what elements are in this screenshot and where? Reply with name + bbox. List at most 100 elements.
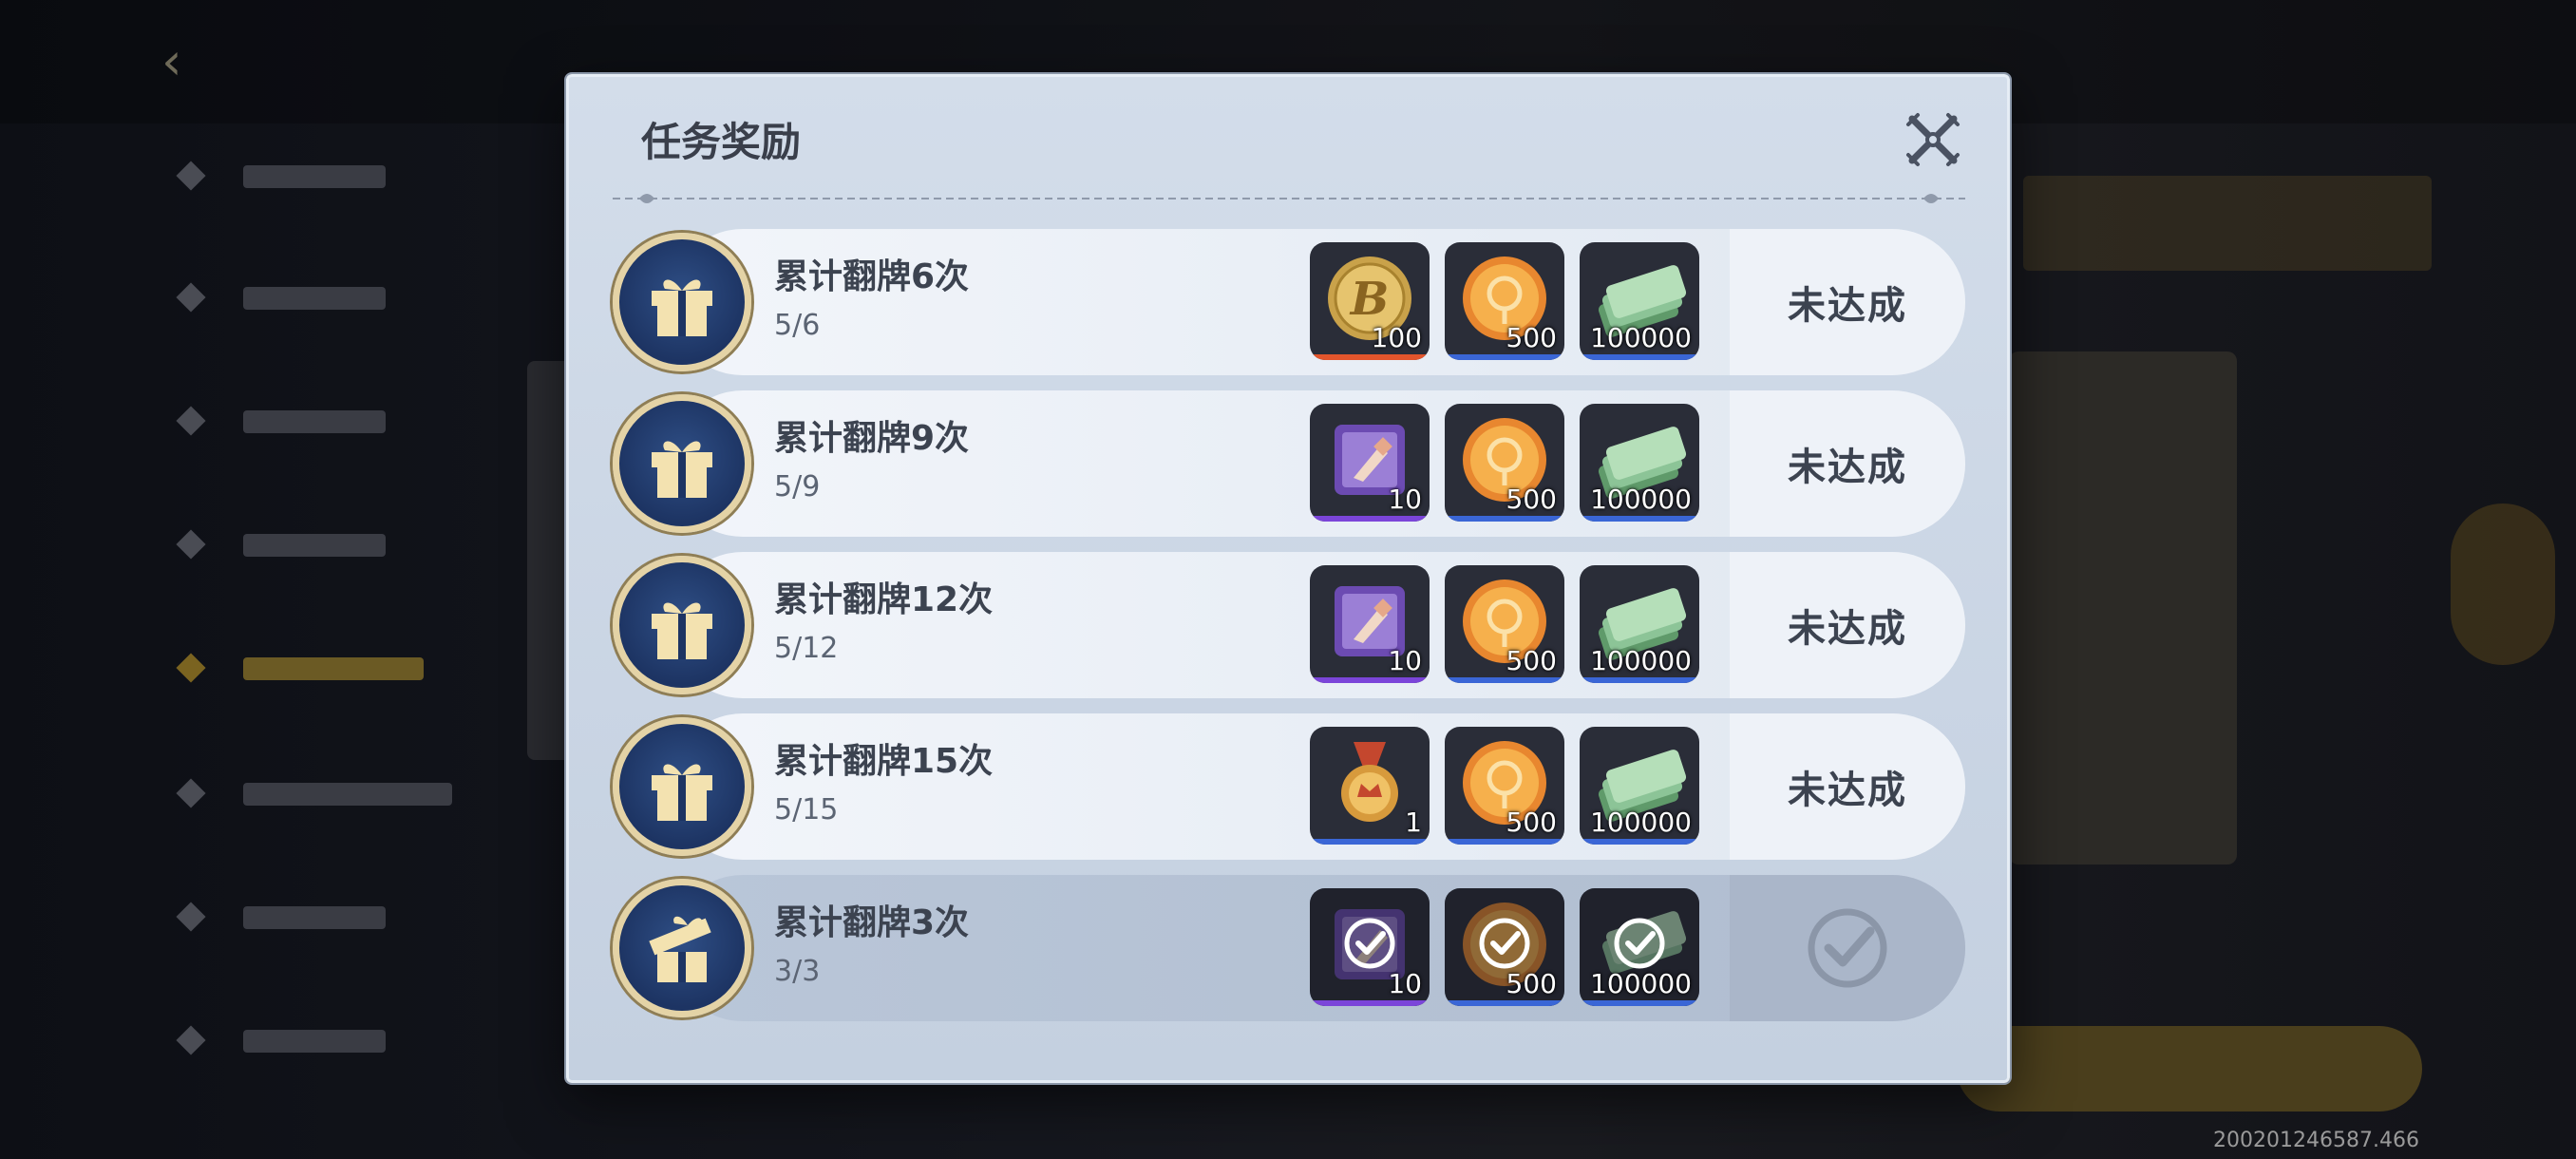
rarity-edge (1580, 839, 1699, 845)
open-gift-box-icon (649, 916, 711, 982)
background-panel (2009, 352, 2237, 864)
background-ornament (2451, 504, 2555, 665)
gift-box-icon (652, 764, 712, 821)
rarity-edge (1310, 516, 1430, 522)
rarity-edge (1445, 677, 1564, 683)
background-sidebar-item (161, 142, 503, 209)
reward-item[interactable]: 100000 (1580, 404, 1699, 522)
gift-badge (613, 717, 751, 856)
rarity-edge (1445, 354, 1564, 360)
gift-badge (613, 556, 751, 694)
task-name: 累计翻牌6次 (774, 257, 970, 296)
gift-box-icon (652, 279, 712, 336)
reward-item[interactable]: 10 (1310, 565, 1430, 683)
reward-item-claimed[interactable]: 500 (1445, 888, 1564, 1006)
reward-item[interactable]: 500 (1445, 727, 1564, 845)
background-sidebar-item (161, 760, 503, 826)
reward-quantity: 100000 (1590, 322, 1692, 353)
reward-item[interactable]: 100000 (1580, 565, 1699, 683)
reward-item[interactable]: 500 (1445, 565, 1564, 683)
reward-item[interactable]: 100000 (1580, 727, 1699, 845)
reward-quantity: 10 (1388, 968, 1422, 999)
reward-item[interactable]: 10 (1310, 404, 1430, 522)
background-sidebar-item (161, 511, 503, 578)
reward-quantity: 100000 (1590, 645, 1692, 676)
task-progress: 5/15 (774, 793, 839, 826)
background-sidebar-item (161, 635, 503, 701)
status-label: 未达成 (1788, 446, 1907, 489)
task-list: 累计翻牌6次 5/6 B 100 500 100000 未达成 累计翻牌9次 5… (613, 229, 1965, 1065)
task-row: 累计翻牌6次 5/6 B 100 500 100000 未达成 (613, 229, 1965, 375)
build-id: 200201246587.466 (2213, 1129, 2419, 1152)
reward-item[interactable]: B 100 (1310, 242, 1430, 360)
reward-quantity: 1 (1405, 807, 1422, 838)
background-title-block (302, 34, 454, 91)
check-icon (1479, 918, 1530, 969)
background-sidebar-item (161, 388, 503, 454)
reward-quantity: 500 (1506, 968, 1557, 999)
status-button[interactable]: 未达成 (1730, 713, 1965, 860)
dialog-title: 任务奖励 (641, 119, 802, 165)
rarity-edge (1310, 677, 1430, 683)
task-name: 累计翻牌15次 (774, 742, 994, 781)
background-sidebar-item (161, 1007, 503, 1074)
reward-item-claimed[interactable]: 10 (1310, 888, 1430, 1006)
task-progress: 5/9 (774, 470, 821, 504)
reward-quantity: 500 (1506, 807, 1557, 838)
close-button[interactable] (1903, 109, 1963, 170)
background-banner (2023, 176, 2432, 271)
gift-badge (613, 394, 751, 533)
reward-item-claimed[interactable]: 100000 (1580, 888, 1699, 1006)
reward-item[interactable]: 100000 (1580, 242, 1699, 360)
reward-quantity: 100000 (1590, 807, 1692, 838)
task-progress: 3/3 (774, 955, 821, 988)
task-progress: 5/6 (774, 309, 821, 342)
task-row: 累计翻牌15次 5/15 1 500 100000 未达成 (613, 713, 1965, 860)
medal-icon (1341, 742, 1398, 822)
reward-item[interactable]: 500 (1445, 242, 1564, 360)
rarity-edge (1580, 516, 1699, 522)
gift-box-icon (652, 602, 712, 659)
task-reward-dialog: 任务奖励 累计翻牌6次 5/6 B 100 500 100000 未达成 累计翻… (566, 74, 2010, 1083)
background-button (1957, 1026, 2422, 1112)
close-cross-icon (1906, 113, 1960, 166)
status-label: 未达成 (1788, 607, 1907, 651)
reward-item[interactable]: 500 (1445, 404, 1564, 522)
rarity-edge (1310, 354, 1430, 360)
rarity-edge (1580, 677, 1699, 683)
rarity-edge (1310, 1000, 1430, 1006)
svg-text:B: B (1349, 273, 1390, 326)
title-divider (613, 194, 1965, 203)
background-sidebar-item (161, 884, 503, 950)
status-button[interactable]: 未达成 (1730, 390, 1965, 537)
reward-quantity: 100000 (1590, 484, 1692, 515)
reward-quantity: 10 (1388, 645, 1422, 676)
status-button[interactable]: 未达成 (1730, 552, 1965, 698)
rarity-edge (1310, 839, 1430, 845)
task-name: 累计翻牌12次 (774, 580, 994, 619)
gift-badge-opened (613, 879, 751, 1017)
reward-quantity: 500 (1506, 645, 1557, 676)
gift-badge (613, 233, 751, 371)
reward-quantity: 100 (1371, 322, 1422, 353)
task-name: 累计翻牌3次 (774, 903, 970, 942)
background-back-icon: ‹ (161, 31, 182, 91)
background-sidebar (161, 142, 503, 1055)
status-button[interactable]: 未达成 (1730, 229, 1965, 375)
reward-quantity: 500 (1506, 322, 1557, 353)
task-row-completed: 累计翻牌3次 3/3 10 500 100000 (613, 875, 1965, 1021)
reward-quantity: 10 (1388, 484, 1422, 515)
task-row: 累计翻牌9次 5/9 10 500 100000 未达成 (613, 390, 1965, 537)
status-completed (1730, 875, 1965, 1021)
check-icon (1344, 918, 1395, 969)
reward-item[interactable]: 1 (1310, 727, 1430, 845)
background-sidebar-item (161, 264, 503, 331)
rarity-edge (1580, 1000, 1699, 1006)
gift-box-icon (652, 441, 712, 498)
rarity-edge (1445, 516, 1564, 522)
status-label: 未达成 (1788, 769, 1907, 812)
task-name: 累计翻牌9次 (774, 419, 970, 458)
rarity-edge (1445, 839, 1564, 845)
status-label: 未达成 (1788, 284, 1907, 328)
completed-check-icon (1808, 908, 1887, 988)
